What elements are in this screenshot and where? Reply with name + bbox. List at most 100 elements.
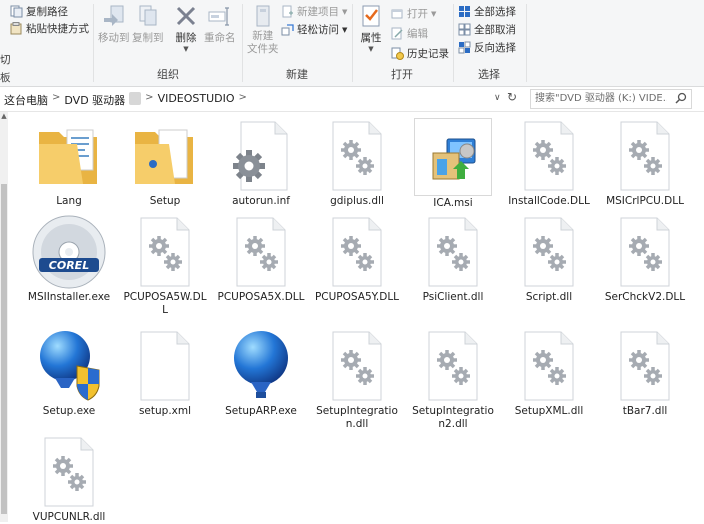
move-to-button[interactable]: 移动到 bbox=[98, 4, 130, 45]
settings-file-icon bbox=[223, 118, 299, 194]
dll-file-icon bbox=[319, 328, 395, 404]
file-item[interactable]: setup.xml bbox=[118, 328, 212, 418]
file-name: SetupIntegration2.dll bbox=[412, 405, 494, 430]
file-item[interactable]: PCUPOSA5Y.DLL bbox=[310, 214, 404, 304]
easy-access-label: 轻松访问 bbox=[297, 24, 339, 36]
file-item[interactable]: COREL MSIInstaller.exe bbox=[22, 214, 116, 304]
new-folder-button[interactable]: 新建 文件夹 bbox=[247, 4, 279, 56]
select-none-button[interactable]: 全部取消 bbox=[458, 22, 516, 37]
chevron-down-icon: ▼ bbox=[368, 45, 374, 53]
paste-shortcut-button[interactable]: 粘贴快捷方式 bbox=[10, 21, 89, 36]
file-item[interactable]: Lang bbox=[22, 118, 116, 208]
breadcrumb-this-pc[interactable]: 这台电脑 bbox=[4, 92, 48, 108]
breadcrumb[interactable]: 这台电脑 > DVD 驱动器 > VIDEOSTUDIO > bbox=[4, 92, 247, 108]
separator bbox=[526, 4, 527, 82]
invert-selection-button[interactable]: 反向选择 bbox=[458, 40, 516, 55]
dll-file-icon bbox=[415, 214, 491, 290]
chevron-down-icon: ▼ bbox=[431, 9, 437, 18]
chevron-down-icon: ▼ bbox=[342, 7, 348, 16]
search-input[interactable] bbox=[535, 91, 667, 106]
balloon-icon bbox=[223, 328, 299, 404]
file-item[interactable]: Script.dll bbox=[502, 214, 596, 304]
properties-button[interactable]: 属性 ▼ bbox=[359, 4, 383, 53]
file-name: setup.xml bbox=[138, 405, 192, 417]
chevron-right-icon: > bbox=[145, 92, 154, 103]
select-all-icon bbox=[459, 6, 470, 17]
open-icon bbox=[391, 9, 403, 19]
file-item[interactable]: autorun.inf bbox=[214, 118, 308, 208]
chevron-right-icon: > bbox=[52, 92, 61, 103]
file-name: InstallCode.DLL bbox=[508, 195, 590, 207]
file-item[interactable]: SetupARP.exe bbox=[214, 328, 308, 418]
edit-button[interactable]: 编辑 bbox=[391, 26, 428, 41]
file-item[interactable]: tBar7.dll bbox=[598, 328, 692, 418]
refresh-icon[interactable]: ↻ bbox=[507, 90, 517, 104]
ribbon: 复制路径 粘贴快捷方式 切 板 移动到 复制到 删除 ▼ 重命名 组织 新建 文… bbox=[0, 0, 704, 87]
open-button[interactable]: 打开 ▼ bbox=[391, 6, 436, 21]
edit-icon bbox=[391, 27, 403, 40]
file-item[interactable]: gdiplus.dll bbox=[310, 118, 404, 208]
dll-file-icon bbox=[607, 118, 683, 194]
history-button[interactable]: 历史记录 bbox=[391, 46, 449, 61]
open-group: 属性 ▼ 打开 ▼ 编辑 历史记录 打开 bbox=[353, 0, 451, 86]
file-item[interactable]: PCUPOSA5X.DLL bbox=[214, 214, 308, 304]
select-none-icon bbox=[458, 23, 471, 36]
new-item-button[interactable]: 新建项目 ▼ bbox=[281, 4, 347, 19]
move-to-label: 移动到 bbox=[98, 32, 130, 44]
file-name: SetupXML.dll bbox=[514, 405, 584, 417]
file-item[interactable]: PCUPOSA5W.DLL bbox=[118, 214, 212, 317]
address-dropdown-icon[interactable]: ∨ bbox=[494, 93, 501, 103]
select-none-label: 全部取消 bbox=[474, 24, 516, 36]
file-name: SetupARP.exe bbox=[225, 405, 297, 417]
search-icon[interactable] bbox=[675, 92, 687, 104]
properties-check-icon bbox=[362, 5, 380, 27]
vertical-scrollbar[interactable]: ▲ bbox=[0, 112, 8, 522]
file-item[interactable]: MSICrlPCU.DLL bbox=[598, 118, 692, 208]
cut-button[interactable]: 切 bbox=[0, 52, 11, 67]
folder-icon bbox=[31, 118, 107, 194]
delete-button[interactable]: 删除 ▼ bbox=[174, 4, 198, 53]
file-name: tBar7.dll bbox=[622, 405, 668, 417]
disc-icon: COREL bbox=[31, 214, 107, 290]
file-list: Lang Setup autorun.inf gdiplus.dll ICA.m… bbox=[8, 112, 698, 524]
file-item[interactable]: SetupXML.dll bbox=[502, 328, 596, 418]
file-name: Lang bbox=[56, 195, 82, 207]
copy-to-button[interactable]: 复制到 bbox=[132, 4, 164, 45]
copy-path-button[interactable]: 复制路径 bbox=[10, 4, 68, 19]
file-item[interactable]: SerChckV2.DLL bbox=[598, 214, 692, 304]
dll-file-icon bbox=[607, 328, 683, 404]
scrollbar-thumb[interactable] bbox=[1, 184, 7, 514]
select-group: 全部选择 全部取消 反向选择 选择 bbox=[454, 0, 524, 86]
dll-file-icon bbox=[223, 214, 299, 290]
paste-shortcut-label: 粘贴快捷方式 bbox=[26, 23, 89, 35]
easy-access-button[interactable]: 轻松访问 ▼ bbox=[281, 22, 347, 37]
select-all-button[interactable]: 全部选择 bbox=[458, 4, 516, 19]
edit-label: 编辑 bbox=[407, 28, 428, 40]
search-box[interactable] bbox=[530, 89, 692, 109]
scroll-up-icon[interactable]: ▲ bbox=[0, 112, 8, 124]
clipboard-group-label: 板 bbox=[0, 70, 11, 85]
new-group: 新建 文件夹 新建项目 ▼ 轻松访问 ▼ 新建 bbox=[243, 0, 351, 86]
file-item[interactable]: InstallCode.DLL bbox=[502, 118, 596, 208]
new-folder-label: 新建 文件夹 bbox=[247, 30, 279, 55]
file-item[interactable]: PsiClient.dll bbox=[406, 214, 500, 304]
file-item[interactable]: Setup.exe bbox=[22, 328, 116, 418]
file-name: PCUPOSA5X.DLL bbox=[217, 291, 305, 303]
file-item[interactable]: VUPCUNLR.dll bbox=[22, 434, 116, 524]
dll-file-icon bbox=[511, 118, 587, 194]
new-item-label: 新建项目 bbox=[297, 6, 339, 18]
file-name: Script.dll bbox=[525, 291, 573, 303]
rename-button[interactable]: 重命名 bbox=[204, 4, 236, 45]
dll-file-icon bbox=[319, 214, 395, 290]
history-label: 历史记录 bbox=[407, 48, 449, 60]
breadcrumb-dvd-drive[interactable]: DVD 驱动器 bbox=[64, 92, 125, 108]
dll-file-icon bbox=[127, 214, 203, 290]
chevron-right-icon: > bbox=[238, 92, 247, 103]
file-item[interactable]: SetupIntegration2.dll bbox=[406, 328, 500, 431]
file-item[interactable]: SetupIntegration.dll bbox=[310, 328, 404, 431]
chevron-down-icon: ▼ bbox=[342, 25, 348, 34]
file-item[interactable]: ICA.msi bbox=[406, 118, 500, 210]
file-item[interactable]: Setup bbox=[118, 118, 212, 208]
file-name: MSIInstaller.exe bbox=[27, 291, 111, 303]
breadcrumb-videostudio[interactable]: VIDEOSTUDIO bbox=[158, 92, 235, 108]
